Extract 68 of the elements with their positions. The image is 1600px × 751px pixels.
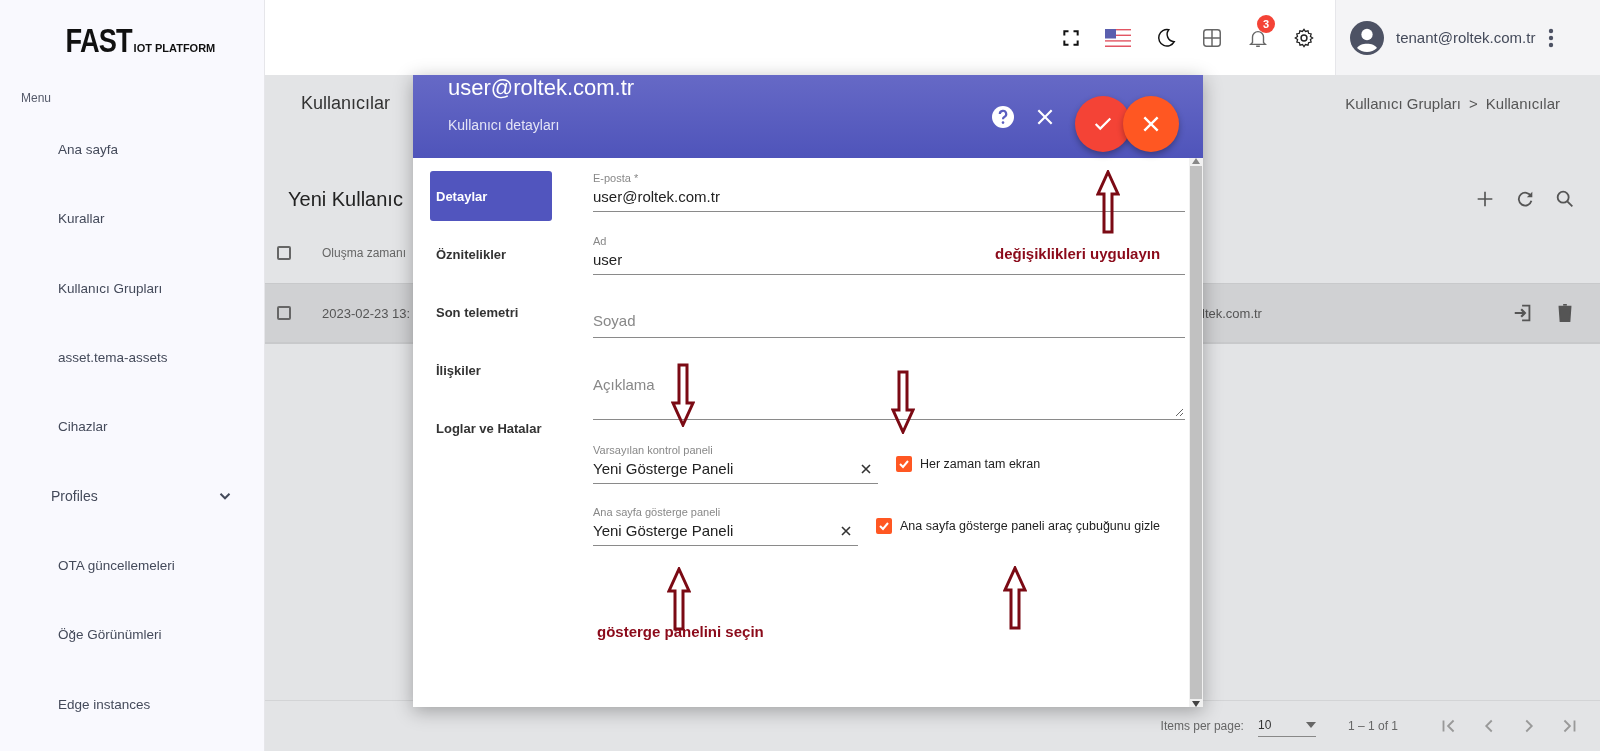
textarea-field[interactable]: Açıklama <box>593 338 1185 420</box>
sidebar-item[interactable]: OTA güncellemeleri <box>0 530 264 601</box>
dialog-title: user@roltek.com.tr <box>448 75 635 101</box>
sidebar-item[interactable]: Ana sayfa <box>0 115 264 185</box>
check-icon <box>878 520 890 532</box>
table-title: Yeni Kullanıc <box>288 187 403 211</box>
breadcrumb-link[interactable]: Kullanıcı Grupları <box>1345 94 1462 112</box>
items-per-page-label: Items per page: <box>1160 719 1244 733</box>
avatar-icon[interactable] <box>1350 20 1384 55</box>
annotation-arrow-icon <box>1003 566 1027 630</box>
select-all-checkbox[interactable] <box>277 246 291 260</box>
annotation-text: değişiklikleri uygulayın <box>995 245 1161 262</box>
sidebar-item[interactable]: Cihazlar <box>0 392 264 462</box>
dashboard-select[interactable]: Ana sayfa gösterge paneli Yeni Gösterge Paneli <box>593 506 858 546</box>
more-icon[interactable] <box>1547 26 1556 49</box>
menu-heading: Menu <box>20 90 53 107</box>
flag-icon[interactable] <box>1105 28 1131 47</box>
text-field[interactable]: Soyad <box>593 275 1185 338</box>
table-cell: 2023-02-23 13: <box>322 305 411 321</box>
dashboard-select[interactable]: Varsayılan kontrol paneli Yeni Gösterge Paneli <box>593 444 878 484</box>
page-range: 1 – 1 of 1 <box>1347 719 1398 733</box>
cancel-button[interactable] <box>1123 96 1179 152</box>
sidebar-item[interactable]: Kurallar <box>0 184 264 254</box>
checkbox-label[interactable]: Ana sayfa gösterge paneli araç çubuğunu gizle <box>900 519 1160 533</box>
search-icon[interactable] <box>1554 188 1576 210</box>
grid-icon[interactable] <box>1201 26 1223 49</box>
scroll-down-icon[interactable] <box>1192 701 1200 707</box>
logo-subtitle: IOT PLATFORM <box>133 43 216 55</box>
dialog-tab[interactable]: Son telemetri <box>430 287 552 337</box>
text-field[interactable]: E-posta * user@roltek.com.tr <box>593 158 1185 212</box>
user-email[interactable]: tenant@roltek.com.tr <box>1396 29 1536 46</box>
dialog-tab[interactable]: İlişkiler <box>430 345 552 395</box>
moon-icon[interactable] <box>1155 26 1177 49</box>
sidebar-item[interactable]: asset.tema-assets <box>0 322 264 393</box>
checkbox-label[interactable]: Her zaman tam ekran <box>920 457 1041 471</box>
dialog-subtitle: Kullanıcı detayları <box>448 117 561 133</box>
checkbox[interactable] <box>896 456 912 472</box>
dialog-tab[interactable]: Loglar ve Hatalar <box>430 403 552 453</box>
dialog-tab[interactable]: Detaylar <box>430 171 552 221</box>
annotation-text: gösterge panelini seçin <box>597 623 764 640</box>
breadcrumb-link[interactable]: Kullanıcılar <box>1485 94 1560 112</box>
annotation-arrow-icon <box>671 363 695 427</box>
annotation-arrow-icon <box>891 370 915 434</box>
column-header[interactable]: Oluşma zamanı <box>322 246 407 260</box>
notification-badge: 3 <box>1257 14 1275 33</box>
check-icon <box>898 458 910 470</box>
checkbox[interactable] <box>876 518 892 534</box>
fullscreen-icon[interactable] <box>1061 27 1081 48</box>
page-size-select[interactable]: 10 <box>1257 715 1316 737</box>
page-title: Kullanıcılar <box>301 92 391 114</box>
close-icon <box>1141 114 1161 134</box>
sidebar-item[interactable]: Kullanıcı Grupları <box>0 253 264 323</box>
row-checkbox[interactable] <box>277 306 291 320</box>
help-icon[interactable] <box>991 104 1015 129</box>
dialog-tab[interactable]: Öznitelikler <box>430 229 552 279</box>
sidebar-group[interactable]: Profiles <box>0 461 264 531</box>
annotation-arrow-icon <box>1096 170 1120 234</box>
sidebar-item[interactable]: Öğe Görünümleri <box>0 600 264 670</box>
table-cell: ltek.com.tr <box>1202 305 1262 321</box>
clear-icon[interactable] <box>840 524 852 537</box>
scrollbar-thumb[interactable] <box>1190 166 1202 699</box>
clear-icon[interactable] <box>860 462 872 475</box>
sidebar-item[interactable]: Edge instances <box>0 669 264 739</box>
dropdown-icon[interactable] <box>1305 721 1316 728</box>
breadcrumb-separator: > <box>1469 94 1478 112</box>
resize-handle-icon[interactable] <box>1175 408 1183 416</box>
settings-icon[interactable] <box>1293 26 1315 49</box>
logo-title: FAST <box>65 25 132 55</box>
